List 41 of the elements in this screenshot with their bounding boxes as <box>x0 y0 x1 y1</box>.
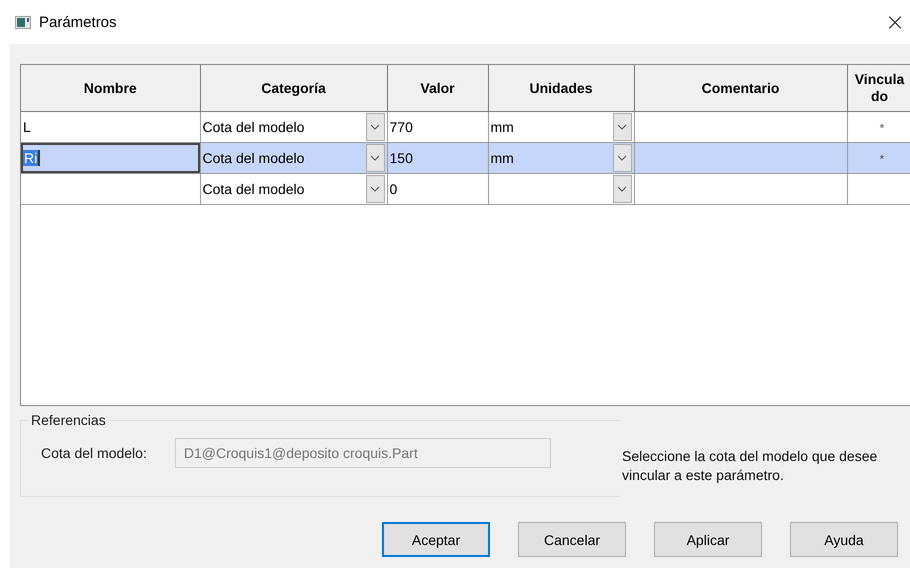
dialog-button[interactable]: Cancelar <box>518 522 626 557</box>
dialog-button[interactable]: Aplicar <box>654 522 762 557</box>
chevron-down-icon <box>617 155 627 161</box>
category-text: Cota del modelo <box>202 119 304 135</box>
name-text[interactable]: L <box>23 119 31 135</box>
reference-field[interactable]: D1@Croquis1@deposito croquis.Part <box>174 438 551 468</box>
column-header[interactable]: Nombre <box>21 65 200 112</box>
chevron-down-icon <box>370 186 380 192</box>
units-text: mm <box>490 150 514 166</box>
column-header[interactable]: Valor <box>387 65 488 112</box>
column-header[interactable]: Unidades <box>488 65 634 112</box>
name-text[interactable]: Ri <box>23 150 40 166</box>
column-header[interactable]: Vinculado <box>847 65 910 112</box>
dropdown-button[interactable] <box>612 113 632 141</box>
group-title: Referencias <box>30 412 107 428</box>
value-text[interactable]: 150 <box>390 150 413 166</box>
dropdown-button[interactable] <box>612 144 632 172</box>
column-header[interactable]: Comentario <box>634 65 847 112</box>
value-text[interactable]: 0 <box>390 181 398 197</box>
hint-text: Seleccione la cota del modelo que desee vincular a este parámetro. <box>622 447 878 485</box>
chevron-down-icon <box>617 124 627 130</box>
dropdown-button[interactable] <box>612 175 632 203</box>
dropdown-button[interactable] <box>366 175 384 203</box>
category-text: Cota del modelo <box>202 181 304 197</box>
value-text[interactable]: 770 <box>390 119 413 135</box>
app-icon <box>15 16 31 28</box>
close-button[interactable]: × <box>880 2 910 42</box>
dialog-button[interactable]: Aceptar <box>382 522 490 557</box>
chevron-down-icon <box>370 155 380 161</box>
dropdown-button[interactable] <box>366 113 384 141</box>
linked-mark: * <box>880 152 884 166</box>
chevron-down-icon <box>617 186 627 192</box>
linked-mark: * <box>880 121 884 135</box>
window-title: Parámetros <box>39 14 117 30</box>
dialog-button[interactable]: Ayuda <box>790 522 898 557</box>
field-label: Cota del modelo: <box>41 445 147 461</box>
category-text: Cota del modelo <box>202 150 304 166</box>
chevron-down-icon <box>370 124 380 130</box>
column-header[interactable]: Categoría <box>200 65 387 112</box>
dropdown-button[interactable] <box>366 144 384 172</box>
units-text: mm <box>490 119 514 135</box>
